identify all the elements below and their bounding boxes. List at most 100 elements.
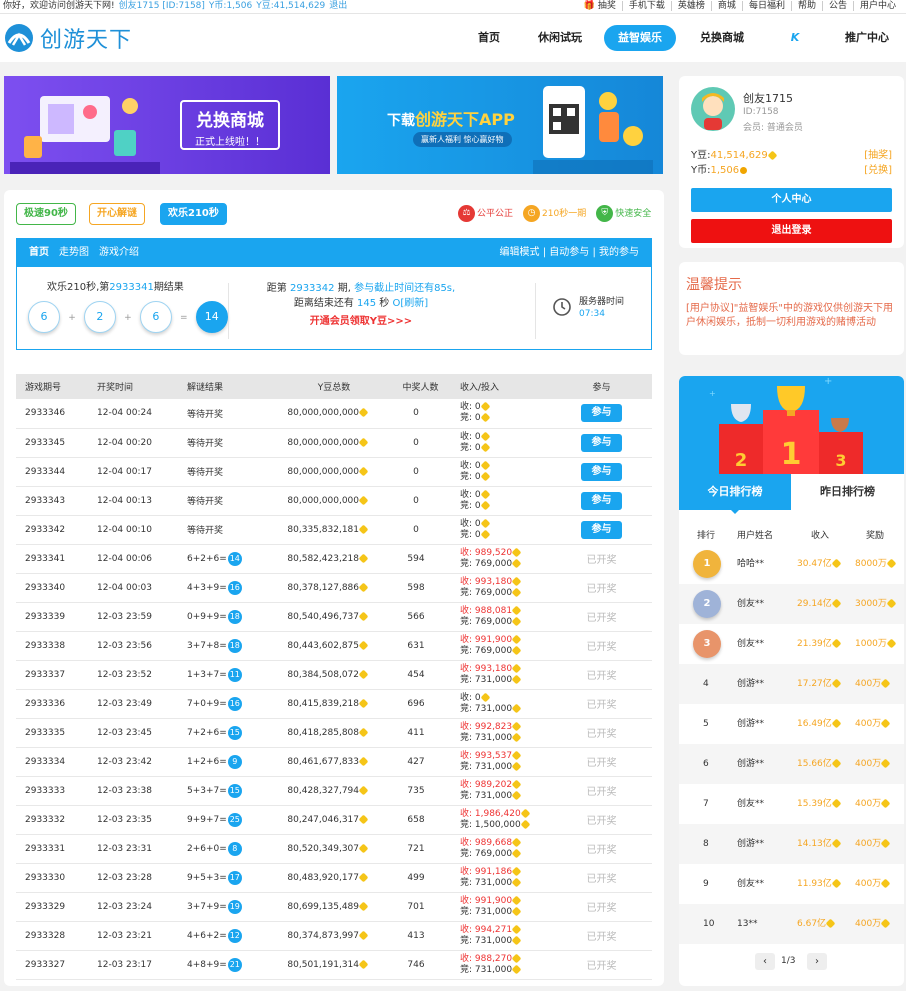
info-tab-intro[interactable]: 游戏介绍 (99, 239, 139, 267)
coin-icon (880, 678, 891, 689)
prev-page-button[interactable]: ‹ (755, 953, 775, 970)
shop-illustration-icon (10, 96, 160, 174)
auto-join-link[interactable]: 自动参与 (549, 247, 589, 258)
coin-icon (831, 838, 842, 849)
period-cell: 2933346 (16, 399, 88, 429)
notice-title: 温馨提示 (686, 277, 742, 293)
logout-link[interactable]: 退出 (329, 1, 347, 11)
table-row: 2933337 12-03 23:52 1+3+7= 11 80,384,508,072… (16, 660, 652, 690)
reward-col: 奖励 (866, 531, 885, 541)
join-button[interactable]: 参与 (581, 404, 622, 423)
rank-number: 6 (703, 759, 709, 769)
winners-cell: 701 (381, 892, 451, 922)
tab-speed-90[interactable]: 极速90秒 (16, 203, 76, 225)
join-button[interactable]: 参与 (581, 520, 622, 539)
result-sum-badge: 16 (227, 696, 242, 711)
coin-icon (520, 819, 531, 829)
plus-sign: + (68, 313, 76, 323)
result-cell: 9+5+3= 17 (178, 863, 278, 893)
coin-icon (825, 918, 836, 929)
mobile-download-link[interactable]: 手机下载 (621, 1, 671, 11)
feature-badges: ⚖ 公平公正 ◷ 210秒一期 ⛨ 快速安全 (458, 205, 651, 222)
opened-label: 已开奖 (586, 961, 617, 972)
user-center-button[interactable]: 个人中心 (691, 188, 892, 212)
total-cell: 80,000,000,000 (278, 399, 381, 429)
ranking-user: 13** (737, 919, 758, 929)
info-tab-home[interactable]: 首页 (29, 239, 49, 267)
shop-banner[interactable]: 兑换商城 正式上线啦！！ (4, 76, 330, 174)
winners-cell: 0 (381, 515, 451, 545)
help-link[interactable]: 帮助 (790, 1, 822, 11)
user-center-link[interactable]: 用户中心 (852, 1, 902, 11)
coin-icon (511, 848, 522, 858)
info-tab-trend[interactable]: 走势图 (59, 239, 89, 267)
join-button[interactable]: 参与 (581, 491, 622, 510)
my-join-link[interactable]: 我的参与 (599, 247, 639, 258)
tab-happy-puzzle[interactable]: 开心解谜 (89, 203, 145, 225)
edit-mode-link[interactable]: 编辑模式 (500, 247, 540, 258)
user-name-link[interactable]: 创友1715 [ID:7158] (119, 1, 205, 11)
tab-yesterday-ranking[interactable]: 昨日排行榜 (791, 474, 904, 510)
coin-icon (511, 837, 522, 847)
shop-link[interactable]: 商城 (710, 1, 742, 11)
ranking-reward: 400万 (855, 744, 891, 784)
profile-ycoin: Y币:1,506 (691, 161, 748, 176)
result-ball-3: 6 (139, 301, 172, 333)
join-cell: 已开奖 (551, 863, 652, 893)
coin-icon (831, 878, 842, 889)
lottery-link[interactable]: 🎁 抽奖 (578, 1, 622, 11)
join-cell: 参与 (551, 428, 652, 458)
coin-icon (358, 495, 369, 505)
daily-welfare-link[interactable]: 每日福利 (741, 1, 791, 11)
table-row: 2933327 12-03 23:17 4+8+9= 21 80,501,191,314… (16, 950, 652, 980)
ranking-reward: 400万 (855, 904, 891, 944)
hero-list-link[interactable]: 英雄榜 (670, 1, 711, 11)
logout-button[interactable]: 退出登录 (691, 219, 892, 243)
join-cell: 参与 (551, 399, 652, 429)
income-cell: 收: 989,520 竞: 769,000 (451, 544, 551, 574)
result-cell: 6+2+6= 14 (178, 544, 278, 574)
svg-text:+: + (824, 376, 832, 387)
nav-home[interactable]: 首页 (468, 25, 510, 51)
time-cell: 12-03 23:38 (88, 776, 178, 806)
time-cell: 12-03 23:45 (88, 718, 178, 748)
income-col: 收入 (811, 531, 830, 541)
result-sum-badge: 21 (227, 957, 242, 972)
exchange-action[interactable]: [兑换] (864, 161, 892, 176)
time-cell: 12-03 23:17 (88, 950, 178, 980)
tab-joy-210[interactable]: 欢乐210秒 (160, 203, 227, 225)
ycoin-balance: Y币:1,506 (208, 1, 253, 11)
app-banner[interactable]: 下载创游天下APP 赢新人福利 惊心赢好物 (337, 76, 663, 174)
nav-brand-icon[interactable]: K (780, 25, 810, 51)
ranking-income: 15.66亿 (797, 744, 842, 784)
nav-puzzle-entertainment[interactable]: 益智娱乐 (604, 25, 676, 51)
nav-exchange-shop[interactable]: 兑换商城 (694, 25, 750, 51)
ybean-balance: Y豆:41,514,629 (256, 1, 326, 11)
join-button[interactable]: 参与 (581, 462, 622, 481)
pending-status: 等待开奖 (187, 409, 224, 420)
coin-icon (831, 598, 842, 609)
result-formula: 3+7+9= (187, 901, 227, 912)
winners-cell: 735 (381, 776, 451, 806)
period-cell: 2933340 (16, 573, 88, 603)
opened-label: 已开奖 (586, 613, 617, 624)
gift-icon: 🎁 (583, 1, 598, 11)
time-cell: 12-03 23:35 (88, 805, 178, 835)
total-cell: 80,501,191,314 (278, 950, 381, 980)
income-cell: 收: 1,986,420 竞: 1,500,000 (451, 805, 551, 835)
winners-cell: 0 (381, 428, 451, 458)
coin-icon (480, 401, 491, 412)
total-cell: 80,520,349,307 (278, 834, 381, 864)
lottery-action[interactable]: [抽奖] (864, 146, 892, 161)
nav-promotion-center[interactable]: 推广中心 (838, 25, 896, 51)
vip-link[interactable]: 开通会员领取Y豆>>> (231, 314, 491, 329)
tab-today-ranking[interactable]: 今日排行榜 (679, 474, 791, 510)
refresh-link[interactable]: O[刷新] (392, 298, 428, 309)
ranking-row: 8 创游** 14.13亿 400万 (679, 824, 904, 864)
result-cell: 4+6+2= 12 (178, 921, 278, 951)
announcement-link[interactable]: 公告 (821, 1, 853, 11)
join-button[interactable]: 参与 (581, 433, 622, 452)
nav-menu: 首页 休闲试玩 益智娱乐 兑换商城 K 推广中心 (0, 25, 906, 51)
nav-casual-games[interactable]: 休闲试玩 (532, 25, 588, 51)
next-page-button[interactable]: › (807, 953, 827, 970)
